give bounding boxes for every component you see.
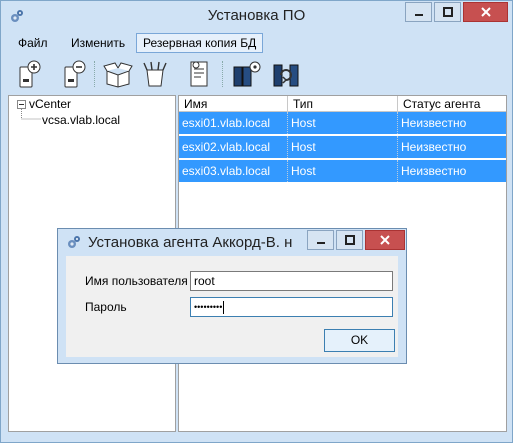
tree-root-vcenter[interactable]: vCenter [29,97,71,111]
close-button[interactable] [463,2,508,22]
menu-edit[interactable]: Изменить [65,34,131,52]
cell-type: Host [288,160,398,182]
minimize-button[interactable] [405,2,432,22]
maximize-button[interactable] [434,2,461,22]
table-row[interactable]: esxi02.vlab.local Host Неизвестно [179,136,506,158]
password-label: Пароль [85,300,127,314]
column-header-type[interactable]: Тип [288,96,398,112]
install-agent-dialog: Установка агента Аккорд-В. н Имя пользов… [57,228,407,364]
backup-books-icon[interactable] [230,58,262,90]
cell-name: esxi01.vlab.local [179,112,288,134]
column-header-name[interactable]: Имя [179,96,288,112]
toolbar [8,55,506,94]
cell-name: esxi03.vlab.local [179,160,288,182]
dialog-title-bar[interactable]: Установка агента Аккорд-В. н [58,229,406,256]
add-agent-icon[interactable] [12,58,44,90]
cell-type: Host [288,136,398,158]
open-box-icon[interactable] [102,58,134,90]
main-window: Установка ПО Файл Изменить Резервная коп… [0,0,513,443]
toolbar-separator [94,61,97,87]
cell-agent-status: Неизвестно [401,116,467,130]
document-settings-icon[interactable] [183,58,215,90]
restore-books-icon[interactable] [270,58,302,90]
menu-file[interactable]: Файл [12,34,54,52]
title-bar[interactable]: Установка ПО [1,1,512,31]
table-row[interactable]: esxi03.vlab.local Host Неизвестно [179,160,506,182]
password-input[interactable]: ••••••••• [190,297,393,317]
username-input[interactable]: root [190,271,393,291]
password-mask: ••••••••• [194,302,223,312]
menu-bar: Файл Изменить Резервная копия БД [8,31,506,55]
text-caret [223,301,225,315]
dialog-minimize-button[interactable] [307,230,334,250]
column-header-agent-status[interactable]: Статус агента [398,96,506,112]
tree-node-vcsa[interactable]: vcsa.vlab.local [42,113,120,127]
table-row[interactable]: esxi01.vlab.local Host Неизвестно [179,112,506,134]
username-label: Имя пользователя [85,274,188,288]
remove-agent-icon[interactable] [57,58,89,90]
cell-name: esxi02.vlab.local [179,136,288,158]
dialog-gear-icon [67,235,81,252]
cell-agent-status: Неизвестно [401,140,467,154]
menu-backup[interactable]: Резервная копия БД [136,33,264,53]
unpack-icon[interactable] [139,58,171,90]
dialog-close-button[interactable] [365,230,405,250]
cell-type: Host [288,112,398,134]
toolbar-separator [222,61,225,87]
ok-button[interactable]: OK [324,329,395,352]
dialog-maximize-button[interactable] [336,230,363,250]
cell-agent-status: Неизвестно [401,164,467,178]
dialog-title: Установка агента Аккорд-В. н [88,234,293,251]
dialog-body: Имя пользователя root Пароль ••••••••• O… [66,256,398,357]
